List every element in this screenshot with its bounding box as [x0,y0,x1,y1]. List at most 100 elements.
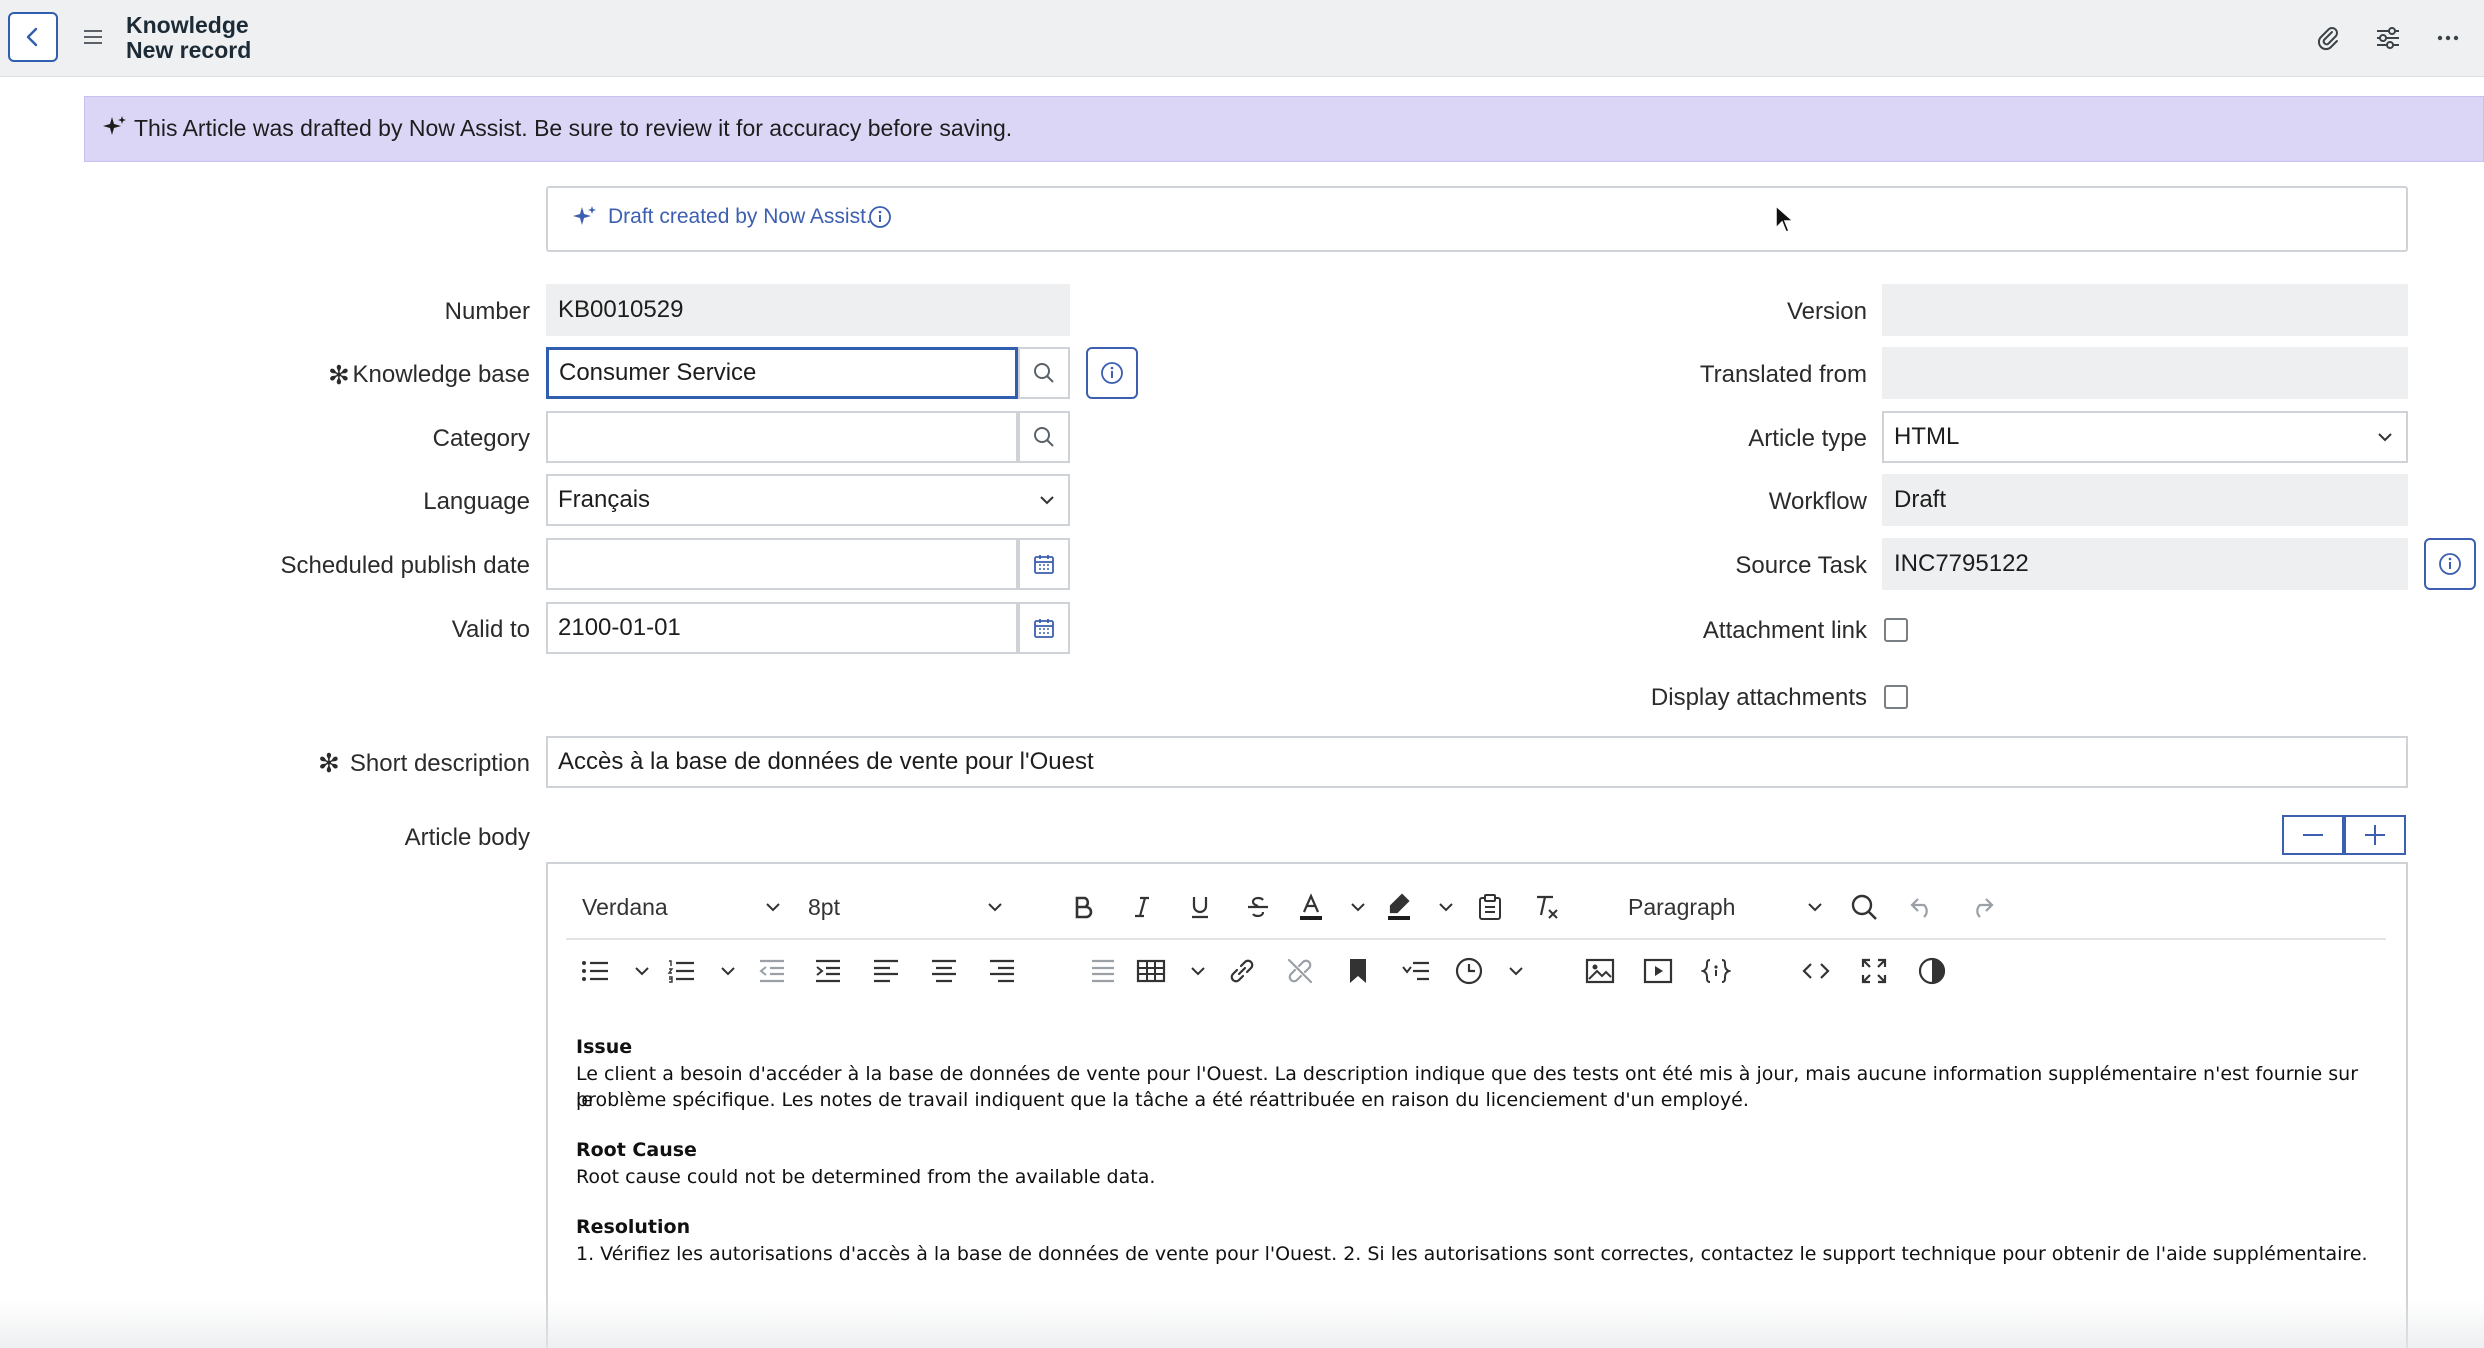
knowledge-base-info-button[interactable] [1086,347,1138,399]
align-center-icon [932,959,956,983]
translated-from-field[interactable] [1882,347,2408,399]
bold-button[interactable] [1064,887,1104,927]
number-field[interactable]: KB0010529 [546,284,1070,336]
insert-image-button[interactable] [1580,951,1620,991]
chevron-down-icon [1439,903,1453,912]
calendar-icon [1034,555,1054,574]
more-icon[interactable] [2432,22,2464,54]
source-task-field[interactable]: INC7795122 [1882,538,2408,590]
required-indicator: ✻ [328,360,350,390]
search-icon [1034,427,1054,447]
font-family-value: Verdana [582,893,668,920]
menu-icon[interactable] [82,26,104,48]
clear-formatting-button[interactable] [1526,887,1566,927]
video-icon [1643,958,1673,984]
article-type-label: Article type [1748,425,1867,452]
table-button[interactable] [1136,951,1206,991]
version-field[interactable] [1882,284,2408,336]
line-spacing-icon [1402,961,1429,981]
outdent-button[interactable] [752,951,792,991]
scheduled-publish-date-picker[interactable] [1018,538,1070,590]
align-center-button[interactable] [924,951,964,991]
fullscreen-button[interactable] [1854,951,1894,991]
align-right-button[interactable] [982,951,1022,991]
workflow-field[interactable]: Draft [1882,474,2408,526]
outdent-icon [759,959,784,983]
highlight-color-button[interactable] [1384,887,1454,927]
indent-button[interactable] [808,951,848,991]
line-spacing-button[interactable] [1396,951,1436,991]
plus-icon [2365,825,2385,845]
insert-datetime-button[interactable] [1454,951,1524,991]
sparkle-icon [572,204,598,235]
list-style-icon [1092,959,1114,983]
accessibility-check-button[interactable] [1912,951,1952,991]
paste-button[interactable] [1470,887,1510,927]
numbered-list-button[interactable] [666,951,736,991]
scheduled-publish-date-input[interactable] [546,538,1018,590]
source-code-button[interactable] [1796,951,1836,991]
knowledge-base-input[interactable]: Consumer Service [546,347,1018,399]
category-input[interactable] [546,411,1018,463]
language-select[interactable]: Français [546,474,1070,526]
short-description-label: Short description [349,750,530,777]
remove-link-button[interactable] [1280,951,1320,991]
undo-button[interactable] [1902,887,1942,927]
clock-icon [1455,957,1483,985]
redo-button[interactable] [1962,887,2002,927]
scheduled-publish-date-label: Scheduled publish date [280,552,530,579]
font-family-select[interactable]: Verdana [582,890,782,924]
bottom-fade [0,1300,2484,1348]
mouse-cursor-icon [1774,204,1796,239]
undo-icon [1910,898,1928,918]
valid-to-input[interactable]: 2100-01-01 [546,602,1018,654]
code-braces-icon [1701,959,1731,983]
strikethrough-button[interactable] [1238,887,1278,927]
chevron-down-icon [2378,433,2392,442]
article-type-selected-value: HTML [1894,423,1960,450]
shrink-editor-button[interactable] [2282,815,2344,855]
knowledge-base-lookup-button[interactable] [1018,347,1070,399]
fullscreen-icon [1861,958,1887,984]
find-replace-button[interactable] [1844,887,1884,927]
align-right-icon [990,959,1014,983]
attachment-icon[interactable] [2312,22,2344,54]
contrast-icon [1918,957,1946,985]
insert-video-button[interactable] [1638,951,1678,991]
code-icon [1802,963,1830,979]
knowledge-base-label: Knowledge base [352,361,530,388]
italic-button[interactable] [1122,887,1162,927]
short-description-input[interactable]: Accès à la base de données de vente pour… [546,736,2408,788]
bullet-list-icon [582,961,608,981]
bullet-list-button[interactable] [580,951,650,991]
chevron-down-icon [1509,967,1523,976]
info-icon [1101,362,1123,384]
bookmark-button[interactable] [1338,951,1378,991]
settings-sliders-icon[interactable] [2372,22,2404,54]
info-icon[interactable] [868,205,892,234]
image-icon [1585,958,1615,984]
font-size-select[interactable]: 8pt [808,890,1004,924]
align-left-button[interactable] [866,951,906,991]
insert-link-button[interactable] [1222,951,1262,991]
expand-editor-button[interactable] [2344,815,2406,855]
root-cause-text: Root cause could not be determined from … [576,1166,1156,1188]
link-icon [1230,959,1254,983]
attachment-link-checkbox[interactable] [1884,618,1908,642]
valid-to-date-picker[interactable] [1018,602,1070,654]
back-button[interactable] [8,12,58,62]
resolution-heading: Resolution [576,1216,691,1238]
insert-template-button[interactable] [1696,951,1736,991]
clipboard-icon [1479,894,1501,920]
underline-button[interactable] [1180,887,1220,927]
table-icon [1136,959,1166,983]
category-lookup-button[interactable] [1018,411,1070,463]
highlighter-icon [1388,893,1410,920]
display-attachments-checkbox[interactable] [1884,685,1908,709]
text-color-button[interactable] [1296,887,1366,927]
calendar-icon [1034,619,1054,638]
justify-button[interactable] [1082,951,1122,991]
article-type-select[interactable]: HTML [1882,411,2408,463]
block-format-select[interactable]: Paragraph [1628,890,1824,924]
source-task-info-button[interactable] [2424,538,2476,590]
